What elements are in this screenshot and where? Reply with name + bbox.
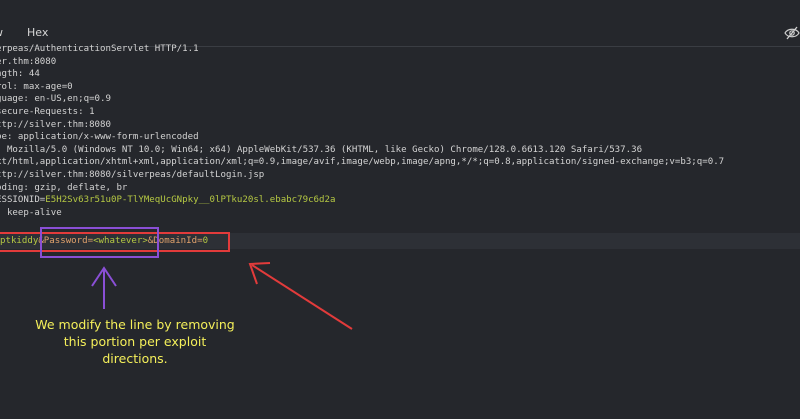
purple-arrow [91, 266, 117, 309]
red-arrow [248, 262, 353, 330]
annotation-caption: We modify the line by removing this port… [35, 317, 235, 366]
